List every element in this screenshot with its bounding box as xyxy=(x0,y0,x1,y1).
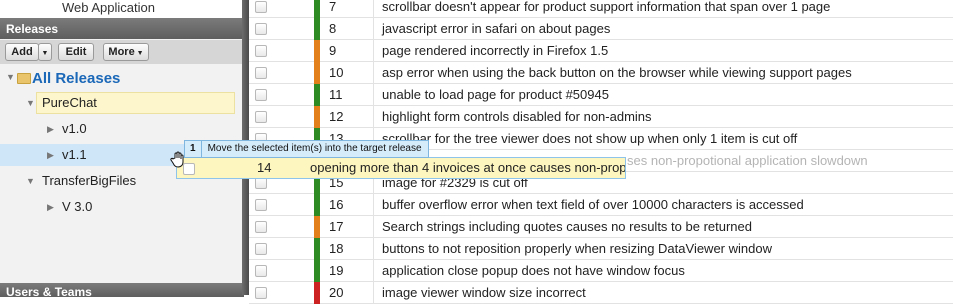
edit-button-label: Edit xyxy=(65,46,87,58)
item-title: asp error when using the back button on … xyxy=(382,65,852,80)
item-title: buffer overflow error when text field of… xyxy=(382,197,804,212)
status-bar xyxy=(314,194,320,216)
table-row[interactable]: 12 highlight form controls disabled for n… xyxy=(249,106,953,128)
expand-arrow-icon[interactable]: ▼ xyxy=(26,176,35,186)
row-checkbox[interactable] xyxy=(255,221,267,233)
status-bar xyxy=(314,62,320,84)
status-bar xyxy=(314,18,320,40)
tree-node-v1-0[interactable]: v1.0 xyxy=(62,121,87,136)
users-teams-header-label: Users & Teams xyxy=(6,285,92,299)
row-checkbox[interactable] xyxy=(255,287,267,299)
item-id: 19 xyxy=(329,263,344,278)
releases-toolbar: Add ▼ Edit More ▼ xyxy=(0,40,244,64)
row-checkbox[interactable] xyxy=(255,89,267,101)
grab-hand-cursor-icon xyxy=(170,151,184,168)
item-id: 12 xyxy=(329,109,344,124)
tree-node-label: All Releases xyxy=(32,70,121,87)
status-bar xyxy=(314,40,320,62)
row-checkbox[interactable] xyxy=(255,199,267,211)
drag-tooltip: 1 Move the selected item(s) into the targ… xyxy=(184,140,429,158)
item-title: scrollbar doesn't appear for product sup… xyxy=(382,0,831,14)
item-title: Search strings including quotes causes n… xyxy=(382,219,752,234)
item-id: 10 xyxy=(329,65,344,80)
item-title: image viewer window size incorrect xyxy=(382,285,586,300)
table-row[interactable]: 8 javascript error in safari on about pag… xyxy=(249,18,953,40)
status-bar xyxy=(314,216,320,238)
drag-source-faded-text: ses non-propotional application slowdown xyxy=(627,153,868,168)
status-bar xyxy=(314,0,320,18)
sidebar-item-web-application[interactable]: Web Application xyxy=(0,0,244,18)
row-checkbox[interactable] xyxy=(255,67,267,79)
more-button[interactable]: More ▼ xyxy=(103,43,149,61)
drag-ghost-row: 14 opening more than 4 invoices at once … xyxy=(176,157,626,179)
more-button-label: More xyxy=(108,46,135,58)
tree-node-purechat[interactable]: PureChat xyxy=(42,95,97,110)
status-bar xyxy=(314,84,320,106)
item-id: 16 xyxy=(329,197,344,212)
status-bar xyxy=(314,238,320,260)
item-id: 20 xyxy=(329,285,344,300)
item-id: 7 xyxy=(329,0,337,14)
row-checkbox[interactable] xyxy=(255,23,267,35)
tree-node-v3-0[interactable]: V 3.0 xyxy=(62,199,92,214)
collapsed-arrow-icon[interactable]: ▶ xyxy=(47,124,54,135)
item-title: unable to load page for product #50945 xyxy=(382,87,609,102)
item-title: application close popup does not have wi… xyxy=(382,263,685,278)
tree-node-v1-1[interactable]: v1.1 xyxy=(62,147,87,162)
expand-arrow-icon[interactable]: ▼ xyxy=(6,72,15,82)
add-button[interactable]: Add xyxy=(5,43,39,61)
releases-header[interactable]: Releases xyxy=(0,18,244,39)
item-id: 18 xyxy=(329,241,344,256)
drag-tooltip-text: Move the selected item(s) into the targe… xyxy=(207,143,422,154)
add-button-label: Add xyxy=(11,46,33,58)
tree-node-all-releases[interactable]: All Releases xyxy=(32,70,120,87)
table-row[interactable]: 17 Search strings including quotes causes… xyxy=(249,216,953,238)
item-title: javascript error in safari on about page… xyxy=(382,21,611,36)
row-checkbox[interactable] xyxy=(255,1,267,13)
row-checkbox[interactable] xyxy=(255,243,267,255)
row-checkbox[interactable] xyxy=(255,111,267,123)
item-id: 11 xyxy=(329,87,343,102)
tree-node-transferbigfiles[interactable]: TransferBigFiles xyxy=(42,173,136,188)
expand-arrow-icon[interactable]: ▼ xyxy=(26,98,35,108)
item-id: 14 xyxy=(257,160,272,175)
row-checkbox[interactable] xyxy=(255,265,267,277)
table-row[interactable]: 9 page rendered incorrectly in Firefox 1.… xyxy=(249,40,953,62)
item-title: page rendered incorrectly in Firefox 1.5 xyxy=(382,43,609,58)
item-title: highlight form controls disabled for non… xyxy=(382,109,652,124)
item-title: buttons to not reposition properly when … xyxy=(382,241,772,256)
collapsed-arrow-icon[interactable]: ▶ xyxy=(47,150,54,161)
table-row[interactable]: 10 asp error when using the back button o… xyxy=(249,62,953,84)
item-id: 17 xyxy=(329,219,344,234)
item-title: scrollbar for the tree viewer does not s… xyxy=(382,131,798,146)
table-row[interactable]: 7 scrollbar doesn't appear for product su… xyxy=(249,0,953,18)
add-dropdown-button[interactable]: ▼ xyxy=(38,43,52,61)
status-bar xyxy=(314,282,320,304)
table-row[interactable]: 16 buffer overflow error when text field … xyxy=(249,194,953,216)
item-title: opening more than 4 invoices at once cau… xyxy=(310,160,625,175)
caret-down-icon: ▼ xyxy=(41,50,49,57)
table-row[interactable]: 18 buttons to not reposition properly whe… xyxy=(249,238,953,260)
folder-icon xyxy=(17,73,31,84)
collapsed-arrow-icon[interactable]: ▶ xyxy=(47,202,54,213)
status-bar xyxy=(314,106,320,128)
status-bar xyxy=(314,260,320,282)
item-id: 9 xyxy=(329,43,337,58)
table-row[interactable]: 11 unable to load page for product #50945 xyxy=(249,84,953,106)
row-checkbox[interactable] xyxy=(255,45,267,57)
caret-down-icon: ▼ xyxy=(134,50,144,57)
releases-header-label: Releases xyxy=(6,22,59,36)
edit-button[interactable]: Edit xyxy=(58,43,94,61)
sidebar-item-label: Web Application xyxy=(62,0,155,15)
table-row[interactable]: 20 image viewer window size incorrect xyxy=(249,282,953,304)
table-row[interactable]: 19 application close popup does not have … xyxy=(249,260,953,282)
item-id: 8 xyxy=(329,21,337,36)
